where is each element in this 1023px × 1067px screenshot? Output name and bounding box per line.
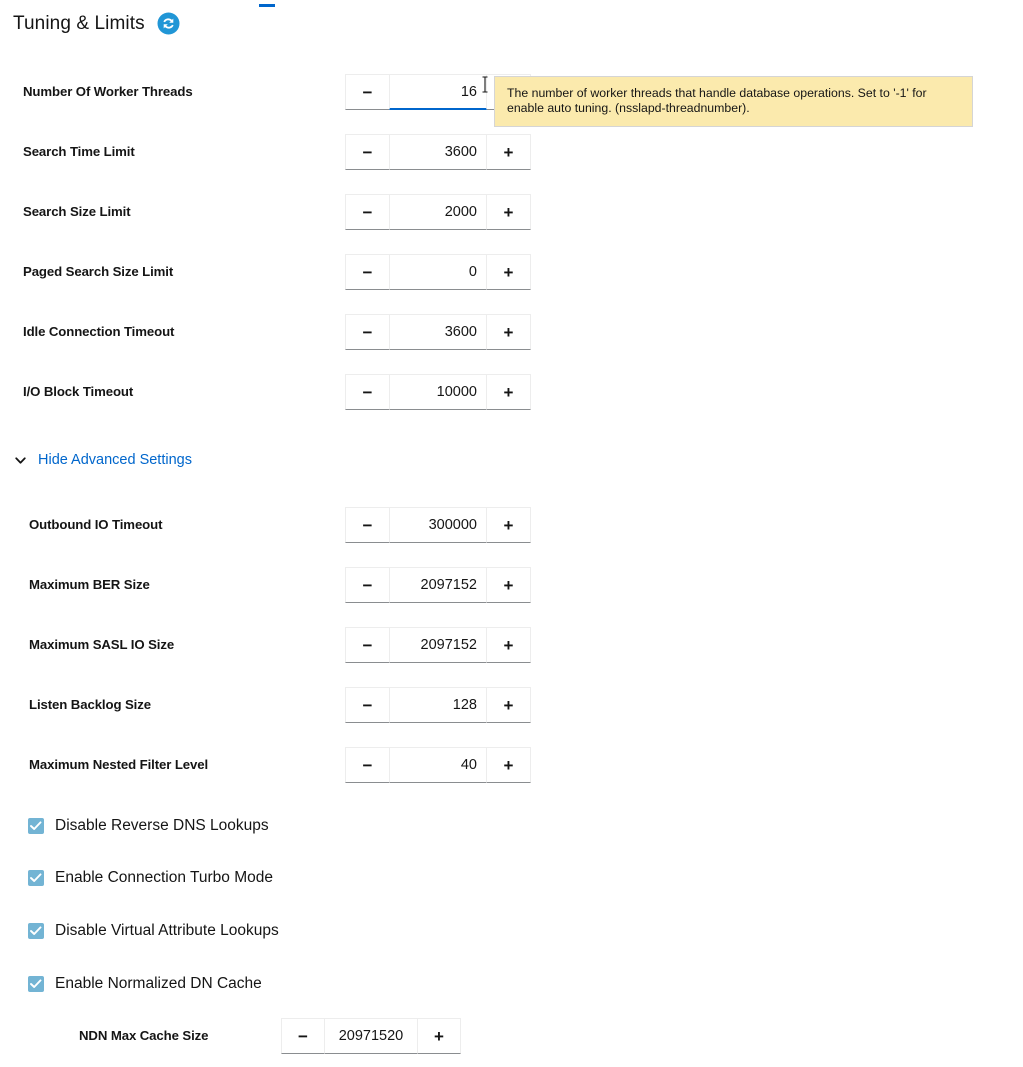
field-label: Maximum Nested Filter Level [29,756,209,772]
increment-button[interactable]: + [487,507,531,543]
increment-button[interactable]: + [487,194,531,230]
maximum-nested-filter-level-input[interactable] [389,747,487,783]
spinner-outbound-io-timeout: − + [345,507,531,543]
spinner-ndn-max-cache-size: − + [281,1018,461,1054]
decrement-button[interactable]: − [345,507,389,543]
maximum-ber-size-input[interactable] [389,567,487,603]
checkbox-checked-icon[interactable] [28,976,44,992]
field-label: Search Time Limit [23,143,135,159]
listen-backlog-size-input[interactable] [389,687,487,723]
search-time-limit-input[interactable] [389,134,487,170]
increment-button[interactable]: + [487,254,531,290]
field-row-maximum-sasl-io-size: Maximum SASL IO Size [29,624,174,664]
search-size-limit-input[interactable] [389,194,487,230]
field-row-maximum-ber-size: Maximum BER Size [29,564,150,604]
number-of-worker-threads-input[interactable] [389,74,487,110]
field-row-search-time-limit: Search Time Limit [23,131,135,171]
checkbox-row-disable-reverse-dns-lookups[interactable]: Disable Reverse DNS Lookups [28,817,269,835]
field-row-ndn-max-cache-size: NDN Max Cache Size [79,1015,208,1055]
tab-active-indicator [259,4,275,7]
decrement-button[interactable]: − [345,374,389,410]
field-tooltip: The number of worker threads that handle… [494,76,973,127]
field-label: Outbound IO Timeout [29,516,163,532]
decrement-button[interactable]: − [345,687,389,723]
field-label: Idle Connection Timeout [23,323,175,339]
field-label: Paged Search Size Limit [23,263,174,279]
checkbox-row-disable-virtual-attribute-lookups[interactable]: Disable Virtual Attribute Lookups [28,922,279,940]
idle-connection-timeout-input[interactable] [389,314,487,350]
checkbox-label[interactable]: Disable Virtual Attribute Lookups [55,922,279,940]
outbound-io-timeout-input[interactable] [389,507,487,543]
decrement-button[interactable]: − [345,314,389,350]
field-row-io-block-timeout: I/O Block Timeout [23,371,133,411]
spinner-maximum-sasl-io-size: − + [345,627,531,663]
field-label: Maximum SASL IO Size [29,636,175,652]
increment-button[interactable]: + [487,134,531,170]
refresh-icon[interactable] [157,12,180,35]
chevron-down-icon [14,454,27,467]
field-label: I/O Block Timeout [23,383,134,399]
increment-button[interactable]: + [487,374,531,410]
spinner-paged-search-size-limit: − + [345,254,531,290]
field-row-idle-connection-timeout: Idle Connection Timeout [23,311,174,351]
increment-button[interactable]: + [487,567,531,603]
checkbox-label[interactable]: Disable Reverse DNS Lookups [55,817,269,835]
field-row-maximum-nested-filter-level: Maximum Nested Filter Level [29,744,208,784]
advanced-settings-label: Hide Advanced Settings [38,452,192,468]
increment-button[interactable]: + [487,627,531,663]
field-row-number-of-worker-threads: Number Of Worker Threads [23,71,193,111]
field-row-outbound-io-timeout: Outbound IO Timeout [29,504,162,544]
increment-button[interactable]: + [487,747,531,783]
checkbox-checked-icon[interactable] [28,923,44,939]
spinner-io-block-timeout: − + [345,374,531,410]
decrement-button[interactable]: − [345,254,389,290]
spinner-search-size-limit: − + [345,194,531,230]
field-label: NDN Max Cache Size [79,1027,209,1043]
increment-button[interactable]: + [487,314,531,350]
field-row-search-size-limit: Search Size Limit [23,191,131,231]
checkbox-checked-icon[interactable] [28,818,44,834]
spinner-idle-connection-timeout: − + [345,314,531,350]
spinner-listen-backlog-size: − + [345,687,531,723]
decrement-button[interactable]: − [345,134,389,170]
field-label: Listen Backlog Size [29,696,151,712]
maximum-sasl-io-size-input[interactable] [389,627,487,663]
page-header: Tuning & Limits [13,12,180,35]
checkbox-checked-icon[interactable] [28,870,44,886]
field-row-listen-backlog-size: Listen Backlog Size [29,684,151,724]
field-label: Number Of Worker Threads [23,83,193,99]
checkbox-label[interactable]: Enable Connection Turbo Mode [55,869,273,887]
decrement-button[interactable]: − [345,747,389,783]
toggle-advanced-settings[interactable]: Hide Advanced Settings [14,452,192,468]
checkbox-row-enable-normalized-dn-cache[interactable]: Enable Normalized DN Cache [28,975,262,993]
decrement-button[interactable]: − [345,194,389,230]
field-label: Maximum BER Size [29,576,150,592]
spinner-maximum-nested-filter-level: − + [345,747,531,783]
spinner-maximum-ber-size: − + [345,567,531,603]
decrement-button[interactable]: − [345,74,389,110]
ndn-max-cache-size-input[interactable] [324,1018,418,1054]
decrement-button[interactable]: − [281,1018,324,1054]
field-row-paged-search-size-limit: Paged Search Size Limit [23,251,173,291]
checkbox-row-enable-connection-turbo-mode[interactable]: Enable Connection Turbo Mode [28,869,273,887]
page-title: Tuning & Limits [13,12,145,34]
checkbox-label[interactable]: Enable Normalized DN Cache [55,975,262,993]
paged-search-size-limit-input[interactable] [389,254,487,290]
io-block-timeout-input[interactable] [389,374,487,410]
decrement-button[interactable]: − [345,567,389,603]
increment-button[interactable]: + [418,1018,461,1054]
decrement-button[interactable]: − [345,627,389,663]
spinner-search-time-limit: − + [345,134,531,170]
field-label: Search Size Limit [23,203,131,219]
increment-button[interactable]: + [487,687,531,723]
